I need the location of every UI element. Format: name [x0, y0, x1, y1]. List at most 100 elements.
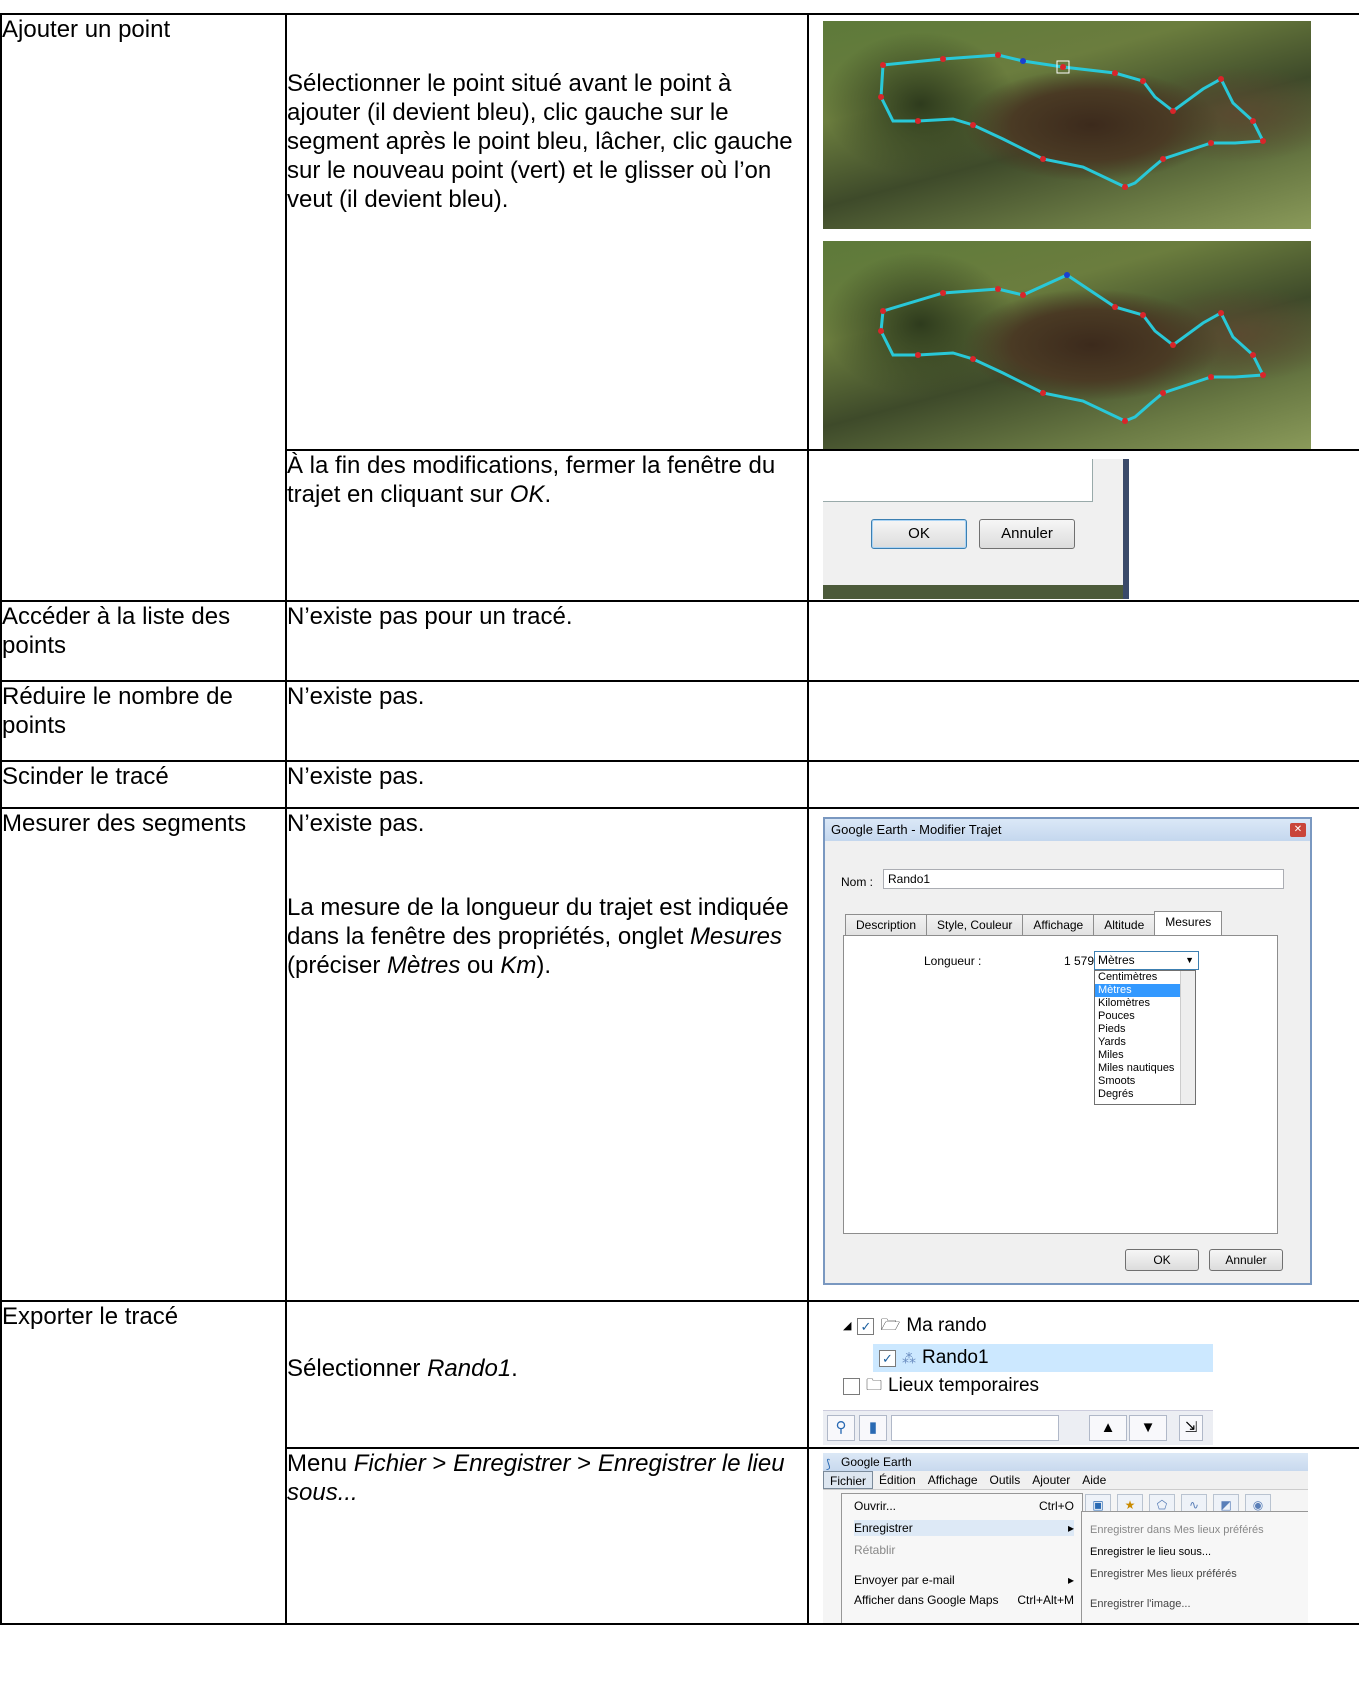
checkbox-unchecked-icon[interactable] [843, 1377, 860, 1395]
submenu-item[interactable]: Enregistrer Mes lieux préférés [1090, 1566, 1237, 1582]
places-tree: ◢ ✓ 🗁 Ma rando ✓ ⁂ Rando1 🗀 Lieux tempor… [823, 1310, 1213, 1445]
satellite-image-after [823, 241, 1311, 449]
image-cell [807, 760, 1359, 809]
step-text: N’existe pas. [287, 683, 425, 710]
action-label: Réduire le nombre de points [2, 683, 233, 739]
length-label: Longueur : [924, 954, 982, 968]
step-text: > [570, 1450, 598, 1477]
menu-aide[interactable]: Aide [1076, 1471, 1112, 1489]
checkbox-checked-icon[interactable]: ✓ [879, 1349, 896, 1367]
submenu-item[interactable]: Enregistrer l'image... [1090, 1596, 1191, 1612]
dialog-frame [823, 459, 1093, 502]
tab-altitude[interactable]: Altitude [1093, 914, 1156, 935]
step-cell: À la fin des modifications, fermer la fe… [285, 449, 809, 602]
name-label: Nom : [841, 875, 874, 889]
menu-item-google-maps[interactable]: Afficher dans Google Maps Ctrl+Alt+M [854, 1592, 1074, 1608]
mesures-panel: Longueur : 1 579 Mètres Centimètres Mètr… [843, 935, 1278, 1234]
step-cell: Sélectionner Rando1. [285, 1300, 809, 1449]
length-value: 1 579 [1064, 954, 1095, 968]
image-cell: ⟆ Google Earth Fichier Édition Affichage… [807, 1447, 1359, 1625]
menu-affichage[interactable]: Affichage [922, 1471, 984, 1489]
unit-select[interactable]: Mètres [1094, 951, 1199, 970]
action-label: Ajouter un point [2, 16, 171, 43]
step-text: . [544, 481, 552, 508]
step-text: N’existe pas. [287, 810, 425, 837]
image-cell: ◢ ✓ 🗁 Ma rando ✓ ⁂ Rando1 🗀 Lieux tempor… [807, 1300, 1359, 1449]
step-text-emphasis: OK [509, 481, 545, 508]
tour-icon[interactable]: ⇲ [1179, 1415, 1203, 1441]
step-text-emphasis: Enregistrer [453, 1450, 571, 1477]
menu-item-retablir[interactable]: Rétablir [854, 1542, 1074, 1558]
cancel-button[interactable]: Annuler [1209, 1249, 1283, 1271]
menu-bar: Fichier Édition Affichage Outils Ajouter… [823, 1471, 1308, 1490]
search-icon[interactable]: ⚲ [827, 1415, 855, 1441]
step-text: Menu [287, 1450, 354, 1477]
dialog-titlebar: Google Earth - Modifier Trajet ✕ [825, 819, 1310, 841]
ok-button[interactable]: OK [871, 519, 967, 549]
folder-open-icon: 🗁 [880, 1317, 901, 1334]
step-cell: N’existe pas. La mesure de la longueur d… [285, 807, 809, 1302]
tree-folder-row[interactable]: 🗀 Lieux temporaires [843, 1374, 1039, 1398]
menu-ajouter[interactable]: Ajouter [1026, 1471, 1076, 1489]
move-down-icon[interactable]: ▼ [1129, 1415, 1167, 1441]
scrollbar[interactable] [1180, 971, 1195, 1104]
step-cell: Sélectionner le point situé avant le poi… [285, 13, 809, 451]
step-text: N’existe pas. [287, 763, 425, 790]
window-titlebar: ⟆ Google Earth [823, 1453, 1308, 1471]
name-field[interactable]: Rando1 [883, 869, 1284, 889]
action-label: Scinder le tracé [2, 763, 169, 790]
move-up-icon[interactable]: ▲ [1089, 1415, 1127, 1441]
action-label: Exporter le tracé [2, 1303, 179, 1330]
action-cell: Ajouter un point [0, 13, 287, 602]
tab-mesures[interactable]: Mesures [1154, 911, 1223, 935]
tree-folder-row[interactable]: ◢ ✓ 🗁 Ma rando [843, 1314, 987, 1338]
step-text: > [425, 1450, 454, 1477]
modifier-trajet-dialog: Google Earth - Modifier Trajet ✕ Nom : R… [823, 817, 1312, 1285]
submenu-item-save-as[interactable]: Enregistrer le lieu sous... [1090, 1544, 1211, 1560]
step-cell: N’existe pas. [285, 760, 809, 809]
menu-outils[interactable]: Outils [984, 1471, 1027, 1489]
menu-edition[interactable]: Édition [873, 1471, 922, 1489]
ok-dialog-snippet: OK Annuler [823, 459, 1129, 599]
toolbar-search-input[interactable] [891, 1415, 1059, 1441]
menu-item-enregistrer[interactable]: Enregistrer ▸ [854, 1520, 1074, 1536]
fichier-dropdown: Ouvrir... Ctrl+O Enregistrer ▸ Rétablir En… [841, 1493, 1083, 1623]
step-cell: N’existe pas. [285, 680, 809, 762]
step-text: Sélectionner [287, 1355, 428, 1382]
enregistrer-submenu: Enregistrer dans Mes lieux préférés Enre… [1081, 1511, 1308, 1623]
step-text: . [511, 1355, 518, 1382]
menu-item-ouvrir[interactable]: Ouvrir... Ctrl+O [854, 1498, 1074, 1514]
tree-folder-label: Ma rando [906, 1315, 987, 1336]
submenu-item[interactable]: Enregistrer dans Mes lieux préférés [1090, 1522, 1264, 1538]
map-strip [823, 585, 1123, 599]
satellite-image-before [823, 21, 1311, 229]
ok-button[interactable]: OK [1125, 1249, 1199, 1271]
track-overlay [878, 52, 1266, 190]
path-icon: ⁂ [902, 1350, 916, 1366]
menu-fichier[interactable]: Fichier [823, 1471, 874, 1489]
track-overlay [878, 272, 1266, 424]
image-cell: OK Annuler [807, 449, 1359, 602]
folder-icon: 🗀 [866, 1377, 883, 1394]
action-cell: Mesurer des segments [0, 807, 287, 1302]
step-text: N’existe pas pour un tracé. [287, 603, 573, 630]
close-icon[interactable]: ✕ [1290, 823, 1306, 837]
action-label: Accéder à la liste des points [2, 603, 231, 659]
expand-icon[interactable]: ◢ [843, 1314, 851, 1338]
instructions-table: Ajouter un point Sélectionner le point s… [0, 13, 1359, 1625]
step-cell: Menu Fichier > Enregistrer > Enregistrer… [285, 1447, 809, 1625]
panel-icon[interactable]: ▮ [859, 1415, 887, 1441]
tab-affichage[interactable]: Affichage [1022, 914, 1095, 935]
action-label: Mesurer des segments [2, 810, 247, 837]
checkbox-checked-icon[interactable]: ✓ [857, 1317, 875, 1335]
tab-description[interactable]: Description [845, 914, 928, 935]
window-title: Google Earth [841, 1455, 912, 1469]
dialog-title: Google Earth - Modifier Trajet [831, 822, 1002, 837]
step-text: Sélectionner le point situé avant le poi… [287, 70, 793, 213]
tab-style[interactable]: Style, Couleur [926, 914, 1024, 935]
cancel-button[interactable]: Annuler [979, 519, 1075, 549]
menu-item-email[interactable]: Envoyer par e-mail ▸ [854, 1572, 1074, 1588]
action-cell: Exporter le tracé [0, 1300, 287, 1625]
tree-item-row[interactable]: ✓ ⁂ Rando1 [879, 1346, 989, 1370]
image-cell [807, 600, 1359, 682]
